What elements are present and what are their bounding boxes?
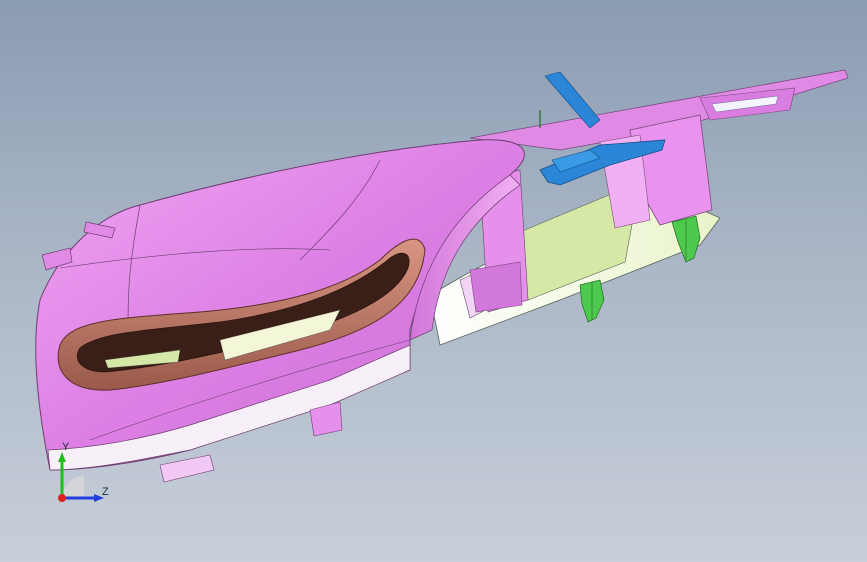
y-axis-label: Y	[62, 441, 70, 453]
cad-viewport[interactable]: Y Z	[0, 0, 867, 562]
z-axis-label: Z	[102, 486, 109, 498]
axis-triad: Y Z	[44, 440, 114, 510]
3d-model-part[interactable]	[0, 0, 867, 562]
axis-triad-icon	[58, 452, 104, 502]
